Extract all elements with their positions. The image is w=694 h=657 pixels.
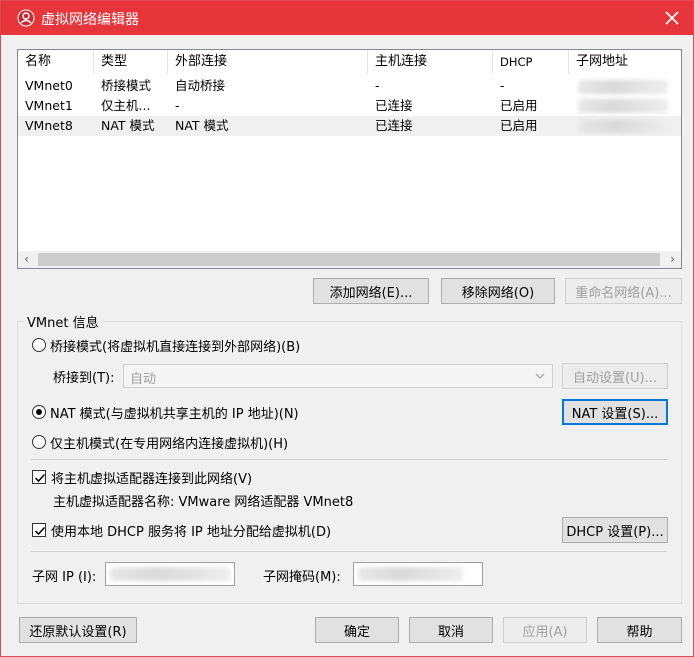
cell-external: 自动桥接 <box>175 78 226 93</box>
virtual-network-editor-window: 虚拟网络编辑器 名称 类型 外部连接 主机连接 DHCP 子网地址 VMnet0… <box>0 0 694 657</box>
use-dhcp-label[interactable]: 使用本地 DHCP 服务将 IP 地址分配给虚拟机(D) <box>51 521 331 540</box>
cell-name: VMnet1 <box>25 98 73 113</box>
cancel-button[interactable]: 取消 <box>409 617 493 643</box>
add-network-button[interactable]: 添加网络(E)... <box>313 278 429 304</box>
table-row[interactable]: VMnet1 仅主机... - 已连接 已启用 <box>18 96 681 116</box>
host-only-radio[interactable] <box>32 435 46 449</box>
vmnet-info-label: VMnet 信息 <box>23 312 103 331</box>
remove-network-button[interactable]: 移除网络(O) <box>441 278 555 304</box>
cell-name: VMnet0 <box>25 78 73 93</box>
table-row-selected[interactable]: VMnet8 NAT 模式 NAT 模式 已连接 已启用 <box>18 116 681 136</box>
cell-type: 仅主机... <box>101 98 151 113</box>
scroll-thumb[interactable] <box>38 253 660 266</box>
cell-type: NAT 模式 <box>101 118 155 133</box>
apply-button[interactable]: 应用(A) <box>503 617 587 643</box>
bridged-to-label: 桥接到(T): <box>53 371 115 386</box>
use-dhcp-checkbox[interactable] <box>32 523 46 537</box>
cell-dhcp: 已启用 <box>500 98 538 113</box>
cell-host: - <box>375 78 380 93</box>
column-header-external[interactable]: 外部连接 <box>168 50 368 74</box>
window-title: 虚拟网络编辑器 <box>41 12 139 28</box>
host-only-label[interactable]: 仅主机模式(在专用网络内连接虚拟机)(H) <box>50 433 288 452</box>
bridged-to-select[interactable]: 自动 <box>123 364 553 388</box>
subnet-mask-field[interactable] <box>353 562 483 586</box>
dhcp-settings-button[interactable]: DHCP 设置(P)... <box>562 517 668 543</box>
checkmark-icon <box>34 526 46 536</box>
nat-mode-radio[interactable] <box>32 405 46 419</box>
connect-adapter-label[interactable]: 将主机虚拟适配器连接到此网络(V) <box>51 468 252 487</box>
rename-network-button[interactable]: 重命名网络(A)... <box>565 278 682 304</box>
table-row[interactable]: VMnet0 桥接模式 自动桥接 - - <box>18 76 681 96</box>
divider <box>31 551 667 552</box>
nat-mode-label[interactable]: NAT 模式(与虚拟机共享主机的 IP 地址)(N) <box>50 403 299 422</box>
column-header-name[interactable]: 名称 <box>18 50 94 74</box>
ok-button[interactable]: 确定 <box>315 617 399 643</box>
scroll-right-icon[interactable]: › <box>664 251 681 268</box>
radio-selected-dot <box>36 409 42 415</box>
nat-settings-button[interactable]: NAT 设置(S)... <box>562 399 668 425</box>
subnet-ip-label: 子网 IP (I): <box>32 570 97 585</box>
horizontal-scrollbar[interactable]: ‹ › <box>18 251 681 268</box>
subnet-mask-label: 子网掩码(M): <box>263 570 341 585</box>
cell-name: VMnet8 <box>25 118 73 133</box>
subnet-mask-redacted <box>358 567 463 581</box>
restore-defaults-button[interactable]: 还原默认设置(R) <box>19 617 137 643</box>
cell-subnet-redacted <box>578 119 668 133</box>
auto-settings-button[interactable]: 自动设置(U)... <box>562 363 668 389</box>
network-list[interactable]: 名称 类型 外部连接 主机连接 DHCP 子网地址 VMnet0 桥接模式 自动… <box>17 49 682 269</box>
bridged-mode-radio[interactable] <box>32 338 46 352</box>
chevron-down-icon <box>535 373 545 379</box>
cell-external: - <box>175 98 180 113</box>
cell-host: 已连接 <box>375 98 413 113</box>
cell-dhcp: - <box>500 78 505 93</box>
cell-host: 已连接 <box>375 118 413 133</box>
cell-dhcp: 已启用 <box>500 118 538 133</box>
cell-subnet-redacted <box>578 80 668 94</box>
column-header-dhcp[interactable]: DHCP <box>493 50 569 74</box>
subnet-ip-redacted <box>110 567 230 581</box>
help-button[interactable]: 帮助 <box>597 617 682 643</box>
cell-type: 桥接模式 <box>101 78 152 93</box>
app-icon <box>17 9 35 27</box>
cell-subnet-redacted <box>578 99 668 113</box>
list-header: 名称 类型 外部连接 主机连接 DHCP 子网地址 <box>18 50 681 74</box>
column-header-host[interactable]: 主机连接 <box>368 50 493 74</box>
divider <box>31 459 667 460</box>
bridged-to-value: 自动 <box>130 372 157 387</box>
title-bar[interactable]: 虚拟网络编辑器 <box>1 1 693 35</box>
bridged-mode-label[interactable]: 桥接模式(将虚拟机直接连接到外部网络)(B) <box>50 336 300 355</box>
close-icon[interactable] <box>661 7 683 29</box>
checkmark-icon <box>34 473 46 483</box>
connect-adapter-checkbox[interactable] <box>32 470 46 484</box>
scroll-left-icon[interactable]: ‹ <box>18 251 35 268</box>
column-header-type[interactable]: 类型 <box>94 50 168 74</box>
subnet-ip-field[interactable] <box>105 562 235 586</box>
cell-external: NAT 模式 <box>175 118 229 133</box>
adapter-name-text: 主机虚拟适配器名称: VMware 网络适配器 VMnet8 <box>53 495 354 510</box>
column-header-subnet[interactable]: 子网地址 <box>569 50 681 74</box>
